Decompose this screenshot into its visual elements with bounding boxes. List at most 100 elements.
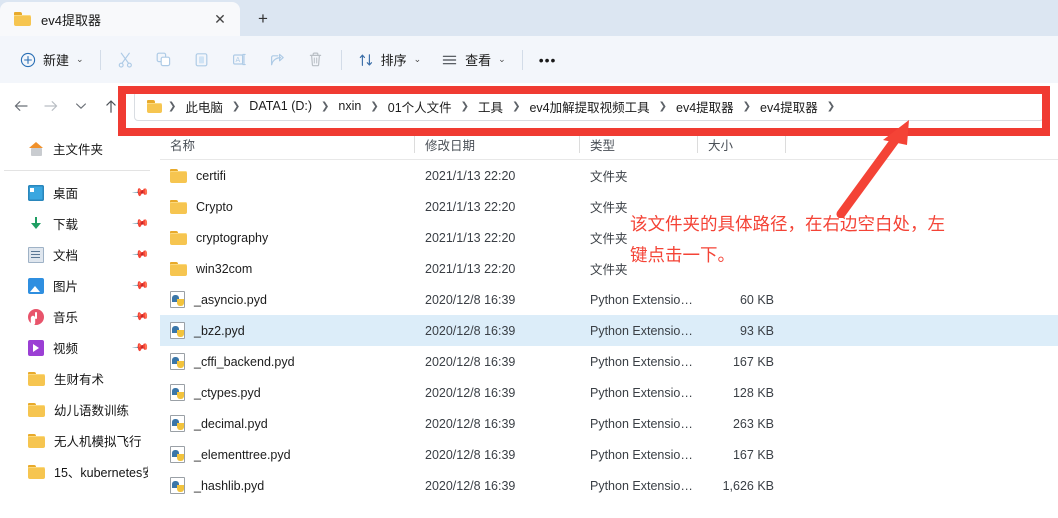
arrow-up-icon <box>106 99 116 113</box>
toolbar-divider-2 <box>340 49 342 70</box>
file-size-cell: 263 KB <box>732 416 774 431</box>
chevron-down-icon: ⌄ <box>498 54 506 64</box>
file-list-pane: 名称 修改日期 类型 大小 certifi 2021/1/13 22:20 文件夹 C… <box>160 129 1058 518</box>
sidebar-item-label: 图片 <box>53 280 79 294</box>
sidebar-item-label: 音乐 <box>53 311 79 325</box>
file-type-cell: Python Extensio… <box>590 323 693 338</box>
table-row[interactable]: _bz2.pyd 2020/12/8 16:39 Python Extensio… 9… <box>160 315 1058 346</box>
sidebar-item-home[interactable]: 主文件夹 <box>4 133 156 164</box>
sidebar-item-label: 桌面 <box>53 187 79 201</box>
up-button[interactable] <box>96 91 126 121</box>
table-row[interactable]: _elementtree.pyd 2020/12/8 16:39 Python Ex… <box>160 439 1058 470</box>
more-options-button[interactable]: ••• <box>529 44 567 76</box>
share-icon <box>271 53 284 66</box>
browser-tab-ev4[interactable]: ev4提取器 ✕ <box>0 2 240 36</box>
pin-icon[interactable]: 📌 <box>132 307 151 326</box>
explorer-body: 主文件夹 桌面 📌 下载 📌 文档 📌 图片 📌 音乐 📌 视频 📌 生财有术 幼儿语数训练 无人机模拟飞行… <box>0 129 1058 518</box>
toolbar-divider-1 <box>99 49 101 70</box>
breadcrumb-item[interactable]: nxin <box>335 97 364 115</box>
table-row[interactable]: _asyncio.pyd 2020/12/8 16:39 Python Extens… <box>160 284 1058 315</box>
file-type-cell: Python Extensio… <box>590 478 693 493</box>
view-button[interactable]: 查看 ⌄ <box>431 44 516 76</box>
file-rows: certifi 2021/1/13 22:20 文件夹 Crypto 2021/1/13… <box>160 160 1058 501</box>
view-button-label: 查看 <box>465 53 492 68</box>
breadcrumb-item[interactable]: ev4提取器 <box>673 95 737 118</box>
rename-button[interactable]: A <box>221 44 259 76</box>
chevron-down-icon <box>76 103 86 109</box>
table-row[interactable]: _decimal.pyd 2020/12/8 16:39 Python Extens… <box>160 408 1058 439</box>
sidebar-item-label: 主文件夹 <box>53 143 104 157</box>
breadcrumb-item[interactable]: 工具 <box>475 95 506 118</box>
home-icon <box>28 141 44 157</box>
sidebar-item-label: 文档 <box>53 249 79 263</box>
sidebar-item-label: 15、kubernetes安 <box>54 466 148 480</box>
sidebar-item[interactable]: 下载 📌 <box>4 208 156 239</box>
table-row[interactable]: Crypto 2021/1/13 22:20 文件夹 <box>160 191 1058 222</box>
pin-icon[interactable]: 📌 <box>132 214 151 233</box>
sidebar-item[interactable]: 生财有术 <box>4 363 156 394</box>
column-header-size[interactable]: 大小 <box>698 135 786 153</box>
breadcrumb-separator: ❯ <box>370 100 379 112</box>
delete-button[interactable] <box>297 44 335 76</box>
python-file-icon <box>170 353 185 370</box>
breadcrumb-item[interactable]: ev4加解提取视频工具 <box>526 95 652 118</box>
breadcrumb-item[interactable]: ev4提取器 <box>757 95 821 118</box>
sidebar-item[interactable]: 桌面 📌 <box>4 177 156 208</box>
column-header-name[interactable]: 名称 <box>160 135 415 153</box>
file-name-cell: certifi <box>160 168 415 183</box>
address-bar[interactable]: ❯ 此电脑 ❯ DATA1 (D:) ❯ nxin ❯ 01个人文件 ❯ 工具 ❯ ev4加解提取视… <box>134 91 1044 121</box>
ellipsis-icon: ••• <box>538 51 557 68</box>
column-header-date[interactable]: 修改日期 <box>415 135 580 153</box>
download-icon <box>28 216 44 232</box>
arrow-right-icon <box>44 101 58 111</box>
sidebar-item[interactable]: 图片 📌 <box>4 270 156 301</box>
pin-icon[interactable]: 📌 <box>132 276 151 295</box>
back-button[interactable] <box>6 91 36 121</box>
cut-button[interactable] <box>107 44 145 76</box>
tab-title: ev4提取器 <box>41 12 101 28</box>
column-header-type[interactable]: 类型 <box>580 135 698 153</box>
pin-icon[interactable]: 📌 <box>132 183 151 202</box>
new-button[interactable]: 新建 ⌄ <box>10 44 94 76</box>
file-name-label: _ctypes.pyd <box>194 385 261 400</box>
file-size-cell: 167 KB <box>732 354 774 369</box>
sort-button[interactable]: 排序 ⌄ <box>348 44 432 76</box>
scissors-icon <box>118 52 132 68</box>
copy-button[interactable] <box>145 44 183 76</box>
title-tab-bar: ev4提取器 ✕ + <box>0 0 1058 36</box>
table-row[interactable]: win32com 2021/1/13 22:20 文件夹 <box>160 253 1058 284</box>
table-row[interactable]: _hashlib.pyd 2020/12/8 16:39 Python Extens… <box>160 470 1058 501</box>
breadcrumb-item[interactable]: 01个人文件 <box>385 95 455 118</box>
sidebar-item[interactable]: 音乐 📌 <box>4 301 156 332</box>
file-date-cell: 2020/12/8 16:39 <box>425 354 516 369</box>
file-date-cell: 2020/12/8 16:39 <box>425 323 516 338</box>
folder-icon <box>170 261 187 276</box>
table-row[interactable]: _cffi_backend.pyd 2020/12/8 16:39 Python E… <box>160 346 1058 377</box>
file-name-cell: _hashlib.pyd <box>160 477 415 494</box>
table-row[interactable]: certifi 2021/1/13 22:20 文件夹 <box>160 160 1058 191</box>
sidebar-item[interactable]: 幼儿语数训练 <box>4 394 156 425</box>
sidebar-item[interactable]: 文档 📌 <box>4 239 156 270</box>
file-type-cell: Python Extensio… <box>590 447 693 462</box>
file-type-cell: 文件夹 <box>590 263 628 277</box>
table-row[interactable]: cryptography 2021/1/13 22:20 文件夹 <box>160 222 1058 253</box>
new-tab-button[interactable]: + <box>246 4 280 34</box>
folder-icon <box>28 371 45 386</box>
breadcrumb-item[interactable]: 此电脑 <box>182 95 226 118</box>
folder-icon <box>28 433 45 448</box>
close-icon[interactable]: ✕ <box>208 7 232 31</box>
sidebar-item[interactable]: 视频 📌 <box>4 332 156 363</box>
sidebar-item[interactable]: 无人机模拟飞行 <box>4 425 156 456</box>
forward-button[interactable] <box>36 91 66 121</box>
pin-icon[interactable]: 📌 <box>132 245 151 264</box>
table-row[interactable]: _ctypes.pyd 2020/12/8 16:39 Python Extensi… <box>160 377 1058 408</box>
breadcrumb-item[interactable]: DATA1 (D:) <box>246 97 315 115</box>
share-button[interactable] <box>259 44 297 76</box>
pin-icon[interactable]: 📌 <box>132 338 151 357</box>
sidebar-item-list: 桌面 📌 下载 📌 文档 📌 图片 📌 音乐 📌 视频 📌 生财有术 幼儿语数训练 无人机模拟飞行 15、ku… <box>0 177 160 487</box>
sidebar-item[interactable]: 15、kubernetes安 <box>4 456 156 487</box>
recent-locations-button[interactable] <box>66 91 96 121</box>
file-size-cell: 93 KB <box>739 323 774 338</box>
file-size-cell: 128 KB <box>732 385 774 400</box>
paste-button[interactable] <box>183 44 221 76</box>
